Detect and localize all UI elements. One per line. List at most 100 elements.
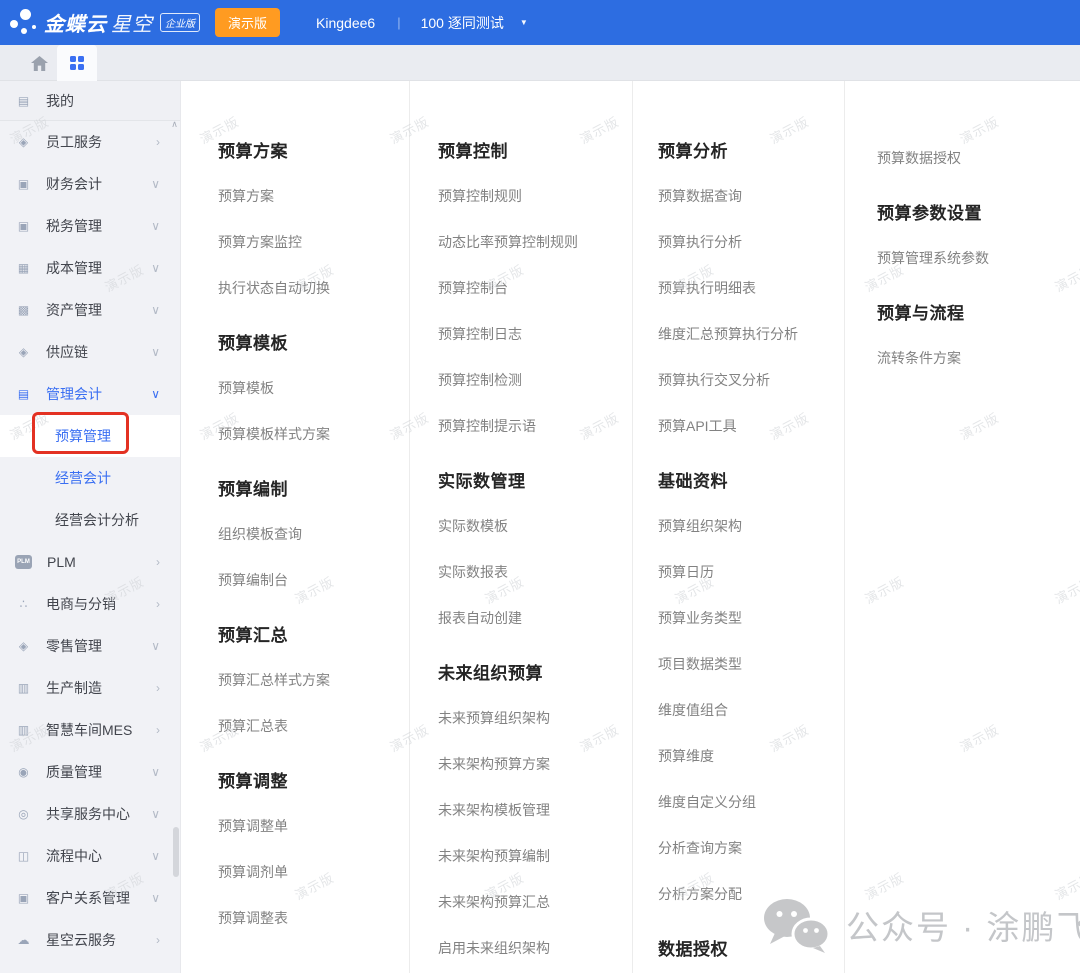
- plm-badge-icon: PLM: [15, 555, 32, 569]
- menu-section-title: 预算汇总: [218, 609, 409, 657]
- menu-item[interactable]: 预算维度: [658, 733, 844, 779]
- grid-icon: ▦: [16, 261, 31, 275]
- menu-item[interactable]: 项目数据类型: [658, 641, 844, 687]
- menu-item[interactable]: 预算方案: [218, 173, 409, 219]
- menu-item[interactable]: 预算方案监控: [218, 219, 409, 265]
- menu-item[interactable]: 预算日历: [658, 549, 844, 595]
- brand-name: 金蝶云: [44, 8, 107, 37]
- menu-item[interactable]: 预算编制台: [218, 557, 409, 603]
- menu-column-2: 预算控制预算控制规则动态比率预算控制规则预算控制台预算控制日志预算控制检测预算控…: [410, 81, 633, 973]
- menu-item[interactable]: 预算数据授权: [877, 135, 1080, 181]
- menu-item[interactable]: 预算调剂单: [218, 849, 409, 895]
- sidebar-item-operating-accounting[interactable]: 经营会计: [0, 457, 180, 499]
- menu-item[interactable]: 未来预算组织架构: [438, 695, 632, 741]
- chevron-down-icon: ∨: [151, 639, 160, 653]
- menu-item[interactable]: 分析方案分配: [658, 871, 844, 917]
- menu-item[interactable]: 执行状态自动切换: [218, 265, 409, 311]
- chevron-right-icon: ›: [156, 135, 160, 149]
- sidebar-item-quality-management[interactable]: ◉质量管理∨: [0, 751, 180, 793]
- sidebar-item-process-center[interactable]: ◫流程中心∨: [0, 835, 180, 877]
- menu-item[interactable]: 实际数报表: [438, 549, 632, 595]
- sidebar-item-galaxy-cloud-services[interactable]: ☁星空云服务›: [0, 919, 180, 961]
- sidebar-item-plm[interactable]: PLMPLM›: [0, 541, 180, 583]
- menu-item[interactable]: 动态比率预算控制规则: [438, 219, 632, 265]
- sidebar-item-label: 智慧车间MES: [46, 720, 156, 740]
- sidebar-item-label: 零售管理: [46, 636, 151, 656]
- sidebar-item-label: 质量管理: [46, 762, 151, 782]
- menu-item[interactable]: 预算控制日志: [438, 311, 632, 357]
- sidebar-item-label: 财务会计: [46, 174, 151, 194]
- sidebar-item-asset-management[interactable]: ▩资产管理∨: [0, 289, 180, 331]
- menu-item[interactable]: 流转条件方案: [877, 335, 1080, 381]
- menu-item[interactable]: 预算模板样式方案: [218, 411, 409, 457]
- menu-item[interactable]: 预算执行交叉分析: [658, 357, 844, 403]
- menu-item[interactable]: 预算模板: [218, 365, 409, 411]
- org-switcher[interactable]: 100 逐同测试: [421, 13, 504, 33]
- sidebar-item-my[interactable]: ▤ 我的: [0, 81, 180, 121]
- sidebar-item-label: 预算管理: [55, 426, 180, 446]
- menu-section-title: 预算编制: [218, 463, 409, 511]
- sidebar-item-operating-accounting-analysis[interactable]: 经营会计分析: [0, 499, 180, 541]
- account-name: Kingdee6: [316, 15, 375, 31]
- menu-item[interactable]: 预算业务类型: [658, 595, 844, 641]
- menu-item[interactable]: 预算控制提示语: [438, 403, 632, 449]
- caret-down-icon[interactable]: ▼: [520, 18, 528, 27]
- menu-item[interactable]: 预算控制台: [438, 265, 632, 311]
- menu-section-title: 预算方案: [218, 125, 409, 173]
- sidebar-item-budget-management[interactable]: 预算管理: [0, 415, 180, 457]
- menu-item[interactable]: 预算管理系统参数: [877, 235, 1080, 281]
- flow-icon: ◫: [16, 849, 31, 863]
- sidebar-item-crm[interactable]: ▣客户关系管理∨: [0, 877, 180, 919]
- layers-icon: ◈: [16, 639, 31, 653]
- menu-item[interactable]: 实际数模板: [438, 503, 632, 549]
- menu-item[interactable]: 预算汇总样式方案: [218, 657, 409, 703]
- menu-item[interactable]: 预算API工具: [658, 403, 844, 449]
- menu-item[interactable]: 预算汇总表: [218, 703, 409, 749]
- chevron-right-icon: ›: [156, 933, 160, 947]
- sidebar-item-label: 员工服务: [46, 132, 156, 152]
- menu-item[interactable]: 预算调整单: [218, 803, 409, 849]
- menu-item[interactable]: 预算控制检测: [438, 357, 632, 403]
- app-menu-tab[interactable]: [57, 45, 97, 81]
- sidebar-item-ecommerce-distribution[interactable]: ∴电商与分销›: [0, 583, 180, 625]
- sidebar-item-label: 共享服务中心: [46, 804, 151, 824]
- sidebar-item-label: 经营会计分析: [55, 510, 180, 530]
- kingdee-logo-icon: [8, 6, 40, 40]
- cloud-icon: ☁: [16, 933, 31, 947]
- menu-item[interactable]: 未来架构模板管理: [438, 787, 632, 833]
- home-button[interactable]: [26, 45, 52, 81]
- menu-item[interactable]: 维度自定义分组: [658, 779, 844, 825]
- chevron-down-icon: ∨: [151, 891, 160, 905]
- menu-item[interactable]: 预算调整表: [218, 895, 409, 941]
- sidebar-item-label: 管理会计: [46, 384, 151, 404]
- sidebar-item-manufacturing[interactable]: ▥生产制造›: [0, 667, 180, 709]
- sidebar-item-supply-chain[interactable]: ◈供应链∨: [0, 331, 180, 373]
- menu-item[interactable]: 预算执行明细表: [658, 265, 844, 311]
- menu-item[interactable]: 预算执行分析: [658, 219, 844, 265]
- sidebar-item-employee-services[interactable]: ◈员工服务›: [0, 121, 180, 163]
- menu-item[interactable]: 未来架构预算编制: [438, 833, 632, 879]
- scrollbar-thumb[interactable]: [173, 827, 179, 877]
- sidebar-item-finance-accounting[interactable]: ▣财务会计∨: [0, 163, 180, 205]
- menu-item[interactable]: 未来架构预算汇总: [438, 879, 632, 925]
- menu-item[interactable]: 分析查询方案: [658, 825, 844, 871]
- sidebar-item-smart-workshop-mes[interactable]: ▥智慧车间MES›: [0, 709, 180, 751]
- menu-item[interactable]: 维度汇总预算执行分析: [658, 311, 844, 357]
- menu-item[interactable]: 预算数据查询: [658, 173, 844, 219]
- chevron-down-icon: ∨: [151, 303, 160, 317]
- menu-item[interactable]: 预算控制规则: [438, 173, 632, 219]
- menu-item[interactable]: 预算组织架构: [658, 503, 844, 549]
- menu-item[interactable]: 启用未来组织架构: [438, 925, 632, 971]
- sidebar-item-tax-management[interactable]: ▣税务管理∨: [0, 205, 180, 247]
- edition-badge: 企业版: [160, 13, 200, 32]
- menu-item[interactable]: 未来架构预算方案: [438, 741, 632, 787]
- menu-item[interactable]: 组织模板查询: [218, 511, 409, 557]
- menu-item[interactable]: 报表自动创建: [438, 595, 632, 641]
- sidebar-item-shared-service-center[interactable]: ◎共享服务中心∨: [0, 793, 180, 835]
- demo-version-badge: 演示版: [215, 8, 280, 37]
- scrollbar-up-arrow[interactable]: ∧: [169, 118, 180, 130]
- menu-item[interactable]: 维度值组合: [658, 687, 844, 733]
- sidebar-item-management-accounting[interactable]: ▤管理会计∨: [0, 373, 180, 415]
- sidebar-item-cost-management[interactable]: ▦成本管理∨: [0, 247, 180, 289]
- sidebar-item-retail-management[interactable]: ◈ 零售管理∨: [0, 625, 180, 667]
